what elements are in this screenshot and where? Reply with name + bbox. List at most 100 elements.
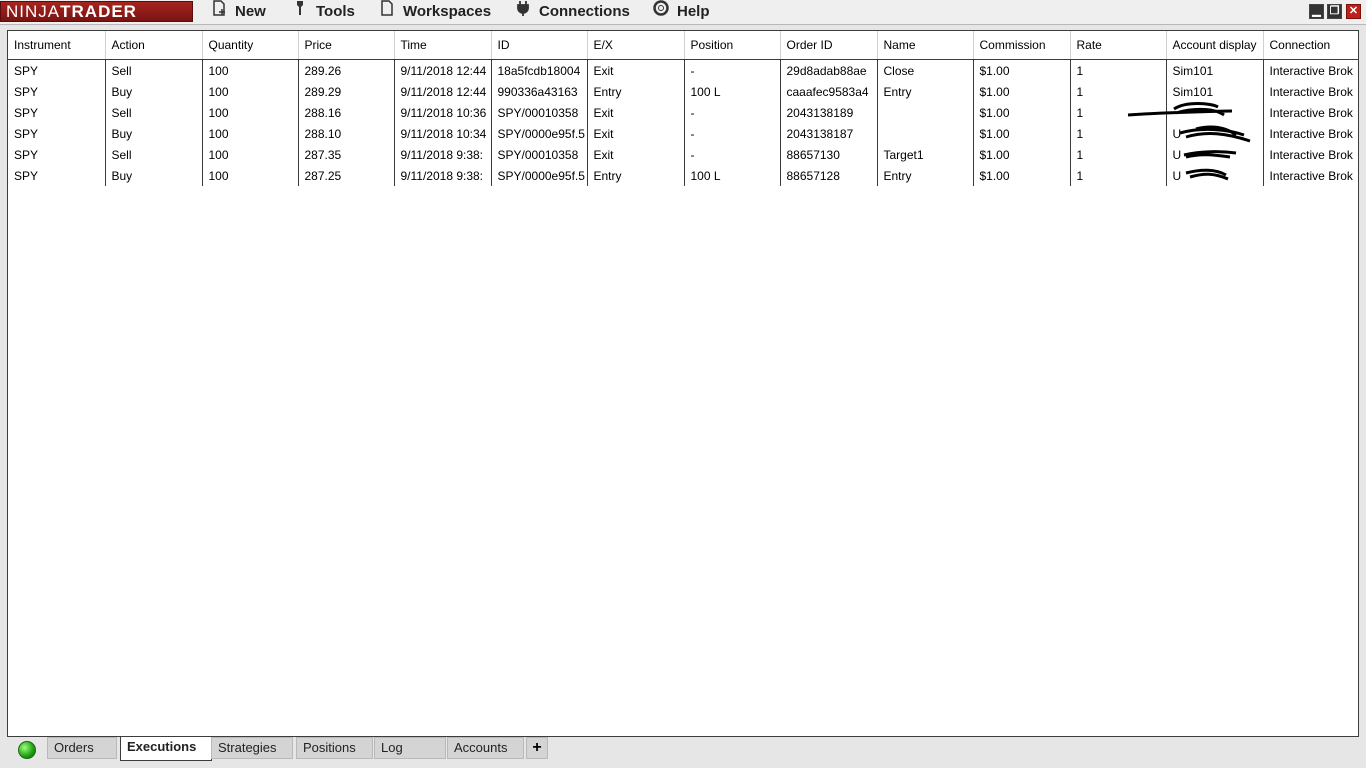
restore-button[interactable]: ❐	[1327, 4, 1342, 19]
cell-instrument: SPY	[8, 144, 106, 165]
cell-ex: Entry	[587, 81, 685, 102]
cell-account-display: U	[1166, 123, 1264, 144]
cell-ex: Exit	[587, 59, 685, 81]
cell-commission: $1.00	[973, 102, 1071, 123]
minimize-button[interactable]: ▁	[1309, 4, 1324, 19]
cell-position: -	[684, 102, 781, 123]
column-header-quantity[interactable]: Quantity	[202, 31, 299, 60]
column-header-action[interactable]: Action	[105, 31, 203, 60]
tab-positions[interactable]: Positions	[296, 737, 373, 759]
cell-account-display: U	[1166, 165, 1264, 186]
column-header-commission[interactable]: Commission	[973, 31, 1071, 60]
add-tab-button[interactable]: +	[526, 737, 548, 759]
cell-action: Buy	[105, 81, 203, 102]
cell-commission: $1.00	[973, 81, 1071, 102]
header-row: Instrument Action Quantity Price Time ID…	[8, 31, 1358, 60]
cell-price: 287.35	[298, 144, 395, 165]
cell-account-display: Sim101	[1166, 81, 1264, 102]
table-row[interactable]: SPY Buy 100 288.10 9/11/2018 10:34 SPY/0000e9…	[8, 123, 1358, 144]
cell-account-display: U	[1166, 144, 1264, 165]
tab-executions[interactable]: Executions	[120, 737, 212, 761]
menu-workspaces[interactable]: Workspaces	[377, 0, 491, 24]
cell-quantity: 100	[202, 59, 299, 81]
cell-order-id: 88657130	[780, 144, 878, 165]
cell-instrument: SPY	[8, 59, 106, 81]
menu-help[interactable]: Help	[651, 0, 710, 24]
cell-name: Entry	[877, 81, 974, 102]
menu-new[interactable]: New	[209, 0, 266, 24]
menu-help-label: Help	[677, 3, 710, 20]
column-header-price[interactable]: Price	[298, 31, 395, 60]
cell-position: 100 L	[684, 81, 781, 102]
tab-strategies[interactable]: Strategies	[211, 737, 293, 759]
tab-accounts[interactable]: Accounts	[447, 737, 524, 759]
cell-time: 9/11/2018 10:36	[394, 102, 492, 123]
column-header-time[interactable]: Time	[394, 31, 492, 60]
cell-rate: 1	[1070, 144, 1167, 165]
document-icon	[377, 0, 397, 24]
cell-connection: Interactive Brok	[1269, 84, 1353, 99]
cell-connection: Interactive Brok	[1269, 126, 1353, 141]
ninjatrader-logo[interactable]: NINJATRADER	[0, 1, 193, 22]
table-row[interactable]: SPY Sell 100 289.26 9/11/2018 12:44 18a5fcdb1…	[8, 59, 1358, 81]
cell-order-id: caaafec9583a4	[780, 81, 878, 102]
cell-action: Buy	[105, 123, 203, 144]
cell-account-display	[1166, 102, 1264, 123]
tab-bar: Orders Executions Strategies Positions L…	[0, 737, 1366, 768]
menu-tools[interactable]: Tools	[290, 0, 355, 24]
column-header-id[interactable]: ID	[491, 31, 588, 60]
tab-log[interactable]: Log	[374, 737, 446, 759]
menu-workspaces-label: Workspaces	[403, 3, 492, 20]
wrench-icon	[290, 0, 310, 24]
column-header-instrument[interactable]: Instrument	[8, 31, 106, 60]
cell-commission: $1.00	[973, 59, 1071, 81]
cell-action: Buy	[105, 165, 203, 186]
cell-name	[877, 102, 974, 123]
cell-quantity: 100	[202, 165, 299, 186]
executions-grid: Instrument Action Quantity Price Time ID…	[7, 30, 1359, 737]
cell-rate: 1	[1070, 165, 1167, 186]
column-header-name[interactable]: Name	[877, 31, 974, 60]
cell-time: 9/11/2018 12:44	[394, 59, 492, 81]
close-button[interactable]: ✕	[1346, 4, 1361, 19]
column-header-order-id[interactable]: Order ID	[780, 31, 878, 60]
table-row[interactable]: SPY Buy 100 289.29 9/11/2018 12:44 990336a431…	[8, 81, 1358, 102]
logo-text-part2: TRADER	[60, 2, 137, 21]
menu-bar: NINJATRADER New Tools Workspaces Connect…	[0, 0, 1366, 25]
table-row[interactable]: SPY Buy 100 287.25 9/11/2018 9:38: SPY/0000e9…	[8, 165, 1358, 186]
column-header-position[interactable]: Position	[684, 31, 781, 60]
cell-quantity: 100	[202, 123, 299, 144]
cell-order-id: 2043138189	[780, 102, 878, 123]
cell-commission: $1.00	[973, 123, 1071, 144]
cell-name	[877, 123, 974, 144]
cell-instrument: SPY	[8, 123, 106, 144]
table-row[interactable]: SPY Sell 100 287.35 9/11/2018 9:38: SPY/00010…	[8, 144, 1358, 165]
cell-price: 287.25	[298, 165, 395, 186]
cell-commission: $1.00	[973, 165, 1071, 186]
column-header-connection[interactable]: Connection	[1263, 31, 1358, 60]
cell-name: Target1	[877, 144, 974, 165]
cell-quantity: 100	[202, 81, 299, 102]
cell-ex: Entry	[587, 165, 685, 186]
cell-time: 9/11/2018 9:38:	[394, 165, 492, 186]
tab-orders[interactable]: Orders	[47, 737, 117, 759]
grid-body: SPY Sell 100 289.26 9/11/2018 12:44 18a5fcdb1…	[8, 59, 1358, 186]
close-icon: ✕	[1348, 5, 1359, 17]
menu-connections-label: Connections	[539, 3, 630, 20]
menu-connections[interactable]: Connections	[513, 0, 630, 24]
executions-table: Instrument Action Quantity Price Time ID…	[8, 31, 1358, 186]
cell-instrument: SPY	[8, 102, 106, 123]
cell-position: 100 L	[684, 165, 781, 186]
table-row[interactable]: SPY Sell 100 288.16 9/11/2018 10:36 SPY/00010…	[8, 102, 1358, 123]
column-header-ex[interactable]: E/X	[587, 31, 685, 60]
cell-id: SPY/0000e95f.5	[491, 123, 588, 144]
column-header-account-display[interactable]: Account display	[1166, 31, 1264, 60]
column-header-rate[interactable]: Rate	[1070, 31, 1167, 60]
cell-commission: $1.00	[973, 144, 1071, 165]
cell-rate: 1	[1070, 59, 1167, 81]
cell-rate: 1	[1070, 102, 1167, 123]
cell-order-id: 88657128	[780, 165, 878, 186]
cell-ex: Exit	[587, 144, 685, 165]
plug-icon	[513, 0, 533, 24]
cell-connection: Interactive Brok	[1269, 105, 1353, 120]
